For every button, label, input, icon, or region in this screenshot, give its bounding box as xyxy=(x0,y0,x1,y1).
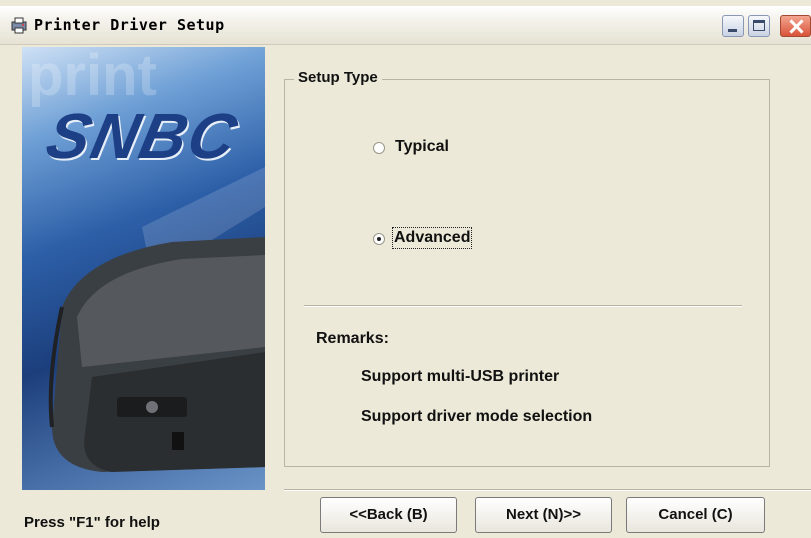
window-title: Printer Driver Setup xyxy=(34,16,225,34)
cancel-button[interactable]: Cancel (C) xyxy=(626,497,765,533)
help-hint: Press "F1" for help xyxy=(24,514,160,531)
button-area-separator xyxy=(284,489,811,491)
back-button[interactable]: <<Back (B) xyxy=(320,497,457,533)
setup-window: Printer Driver Setup print SNBC Setup Ty… xyxy=(0,0,811,538)
printer-app-icon xyxy=(11,17,27,34)
remark-line: Support driver mode selection xyxy=(361,408,593,425)
setup-type-label: Setup Type xyxy=(294,69,382,86)
maximize-button[interactable] xyxy=(748,15,770,37)
remarks-separator xyxy=(304,305,742,307)
advanced-label[interactable]: Advanced xyxy=(391,227,473,249)
brand-logo: SNBC xyxy=(40,100,245,172)
title-bar[interactable]: Printer Driver Setup xyxy=(0,6,811,45)
close-button[interactable] xyxy=(780,15,811,37)
next-button[interactable]: Next (N)>> xyxy=(475,497,612,533)
remark-line: Support multi-USB printer xyxy=(361,368,560,385)
minimize-button[interactable] xyxy=(722,15,744,37)
typical-label[interactable]: Typical xyxy=(395,138,449,156)
typical-radio[interactable] xyxy=(373,142,385,154)
advanced-radio[interactable] xyxy=(373,233,385,245)
product-banner: print SNBC xyxy=(22,47,265,490)
remarks-label: Remarks: xyxy=(316,330,389,347)
